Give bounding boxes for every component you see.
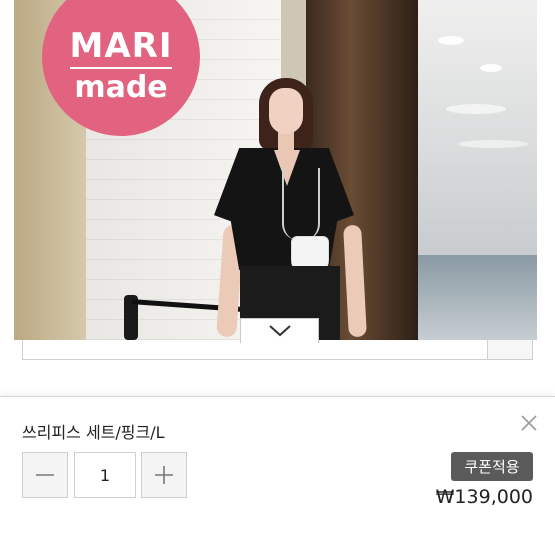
option-select-button[interactable] — [487, 340, 532, 359]
ceiling-light — [480, 64, 502, 72]
close-icon — [521, 415, 537, 431]
model-face — [269, 88, 303, 134]
quantity-increase-button[interactable] — [141, 452, 187, 498]
chevron-down-icon — [268, 325, 291, 337]
minus-icon — [36, 474, 54, 476]
model-bag-strap — [282, 168, 320, 240]
page-edge — [537, 0, 555, 340]
collapse-toggle-button[interactable] — [240, 318, 319, 343]
ceiling-light — [458, 140, 528, 148]
product-image: MARI made — [14, 0, 537, 340]
plus-icon — [155, 466, 173, 484]
option-name: 쓰리피스 세트/핑크/L — [22, 423, 165, 442]
quantity-decrease-button[interactable] — [22, 452, 68, 498]
ceiling-light — [438, 36, 464, 45]
remove-option-button[interactable] — [517, 411, 541, 435]
option-select[interactable] — [22, 340, 533, 360]
brand-logo-line2: made — [74, 70, 168, 105]
quantity-input[interactable] — [74, 452, 136, 498]
brand-logo-line1: MARI — [69, 27, 173, 69]
coupon-apply-button[interactable]: 쿠폰적용 — [451, 452, 533, 481]
ceiling-light — [446, 104, 506, 114]
option-price: ₩139,000 — [435, 486, 533, 508]
selected-option-panel: 쓰리피스 세트/핑크/L 쿠폰적용 ₩139,000 — [0, 396, 555, 556]
photo-counter — [418, 255, 537, 340]
